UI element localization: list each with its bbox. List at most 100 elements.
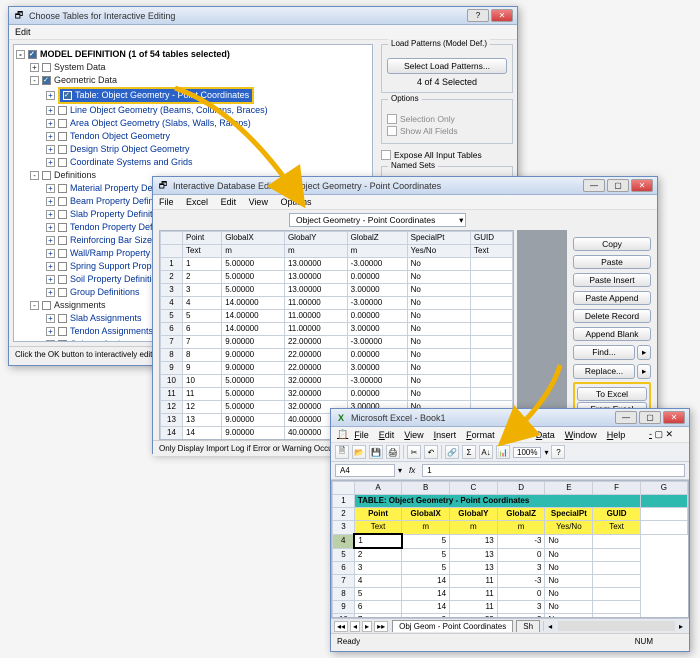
find-button[interactable]: Find... — [573, 345, 635, 360]
tree-item[interactable]: +Design Strip Object Geometry — [16, 143, 370, 156]
paste-insert-button[interactable]: Paste Insert — [573, 273, 651, 287]
paste-button[interactable]: Paste — [573, 255, 651, 269]
chk-show-all[interactable]: Show All Fields — [387, 126, 507, 136]
table-row[interactable]: 9614113No — [333, 601, 688, 614]
menu-view[interactable]: View — [249, 197, 268, 207]
menu-help[interactable]: Help — [607, 430, 626, 440]
doc-close-button[interactable]: - ▢ ✕ — [649, 429, 673, 440]
tab-nav-last[interactable]: ▸▸ — [374, 621, 388, 632]
close-button[interactable]: ✕ — [663, 411, 685, 424]
save-icon[interactable]: 💾 — [369, 445, 383, 459]
hyperlink-icon[interactable]: 🔗 — [445, 445, 459, 459]
formula-input[interactable]: 1 — [422, 464, 685, 477]
table-row[interactable]: 525130No — [333, 548, 688, 562]
tree-system-data[interactable]: System Data — [54, 62, 106, 72]
sort-asc-icon[interactable]: A↓ — [479, 445, 493, 459]
menu-edit[interactable]: Edit — [15, 27, 31, 37]
tab-nav-first[interactable]: ◂◂ — [334, 621, 348, 632]
name-box[interactable]: A4 — [335, 464, 395, 477]
app-icon: 🗗 — [13, 10, 25, 22]
tree-item[interactable]: +Tendon Object Geometry — [16, 130, 370, 143]
tree-selected-item[interactable]: +Table: Object Geometry - Point Coordina… — [16, 87, 370, 104]
status-bar: Ready NUM — [331, 633, 689, 649]
tree-geometric-data[interactable]: Geometric Data — [54, 75, 117, 85]
tree-definitions[interactable]: Definitions — [54, 170, 96, 180]
menu-tools[interactable]: Tools — [505, 430, 526, 440]
undo-icon[interactable]: ↶ — [424, 445, 438, 459]
close-button[interactable]: ✕ — [631, 179, 653, 192]
minimize-button[interactable]: — — [615, 411, 637, 424]
tab-nav-prev[interactable]: ◂ — [350, 621, 360, 632]
menu-insert[interactable]: Insert — [434, 430, 457, 440]
zoom-select[interactable]: 100% — [513, 447, 541, 458]
to-excel-button[interactable]: To Excel — [577, 387, 647, 401]
paste-append-button[interactable]: Paste Append — [573, 291, 651, 305]
help-button[interactable]: ? — [467, 9, 489, 22]
titlebar[interactable]: X Microsoft Excel - Book1 — ▢ ✕ — [331, 409, 689, 427]
sheet-tab-2[interactable]: Sh — [516, 620, 540, 632]
table-select-dropdown[interactable]: Object Geometry - Point Coordinates▾ — [289, 213, 466, 227]
select-load-patterns-button[interactable]: Select Load Patterns... — [387, 58, 507, 74]
table-row[interactable]: 11115.0000032.000000.00000No — [161, 388, 513, 401]
minimize-button[interactable]: — — [583, 179, 605, 192]
open-icon[interactable]: 📂 — [352, 445, 366, 459]
menu-window[interactable]: Window — [565, 430, 597, 440]
copy-button[interactable]: Copy — [573, 237, 651, 251]
replace-next-button[interactable]: ▸ — [637, 364, 651, 379]
delete-record-button[interactable]: Delete Record — [573, 309, 651, 323]
fx-icon[interactable]: fx — [409, 466, 415, 475]
close-button[interactable]: ✕ — [491, 9, 513, 22]
table-row: 3TextmmmYes/NoText — [333, 521, 688, 535]
table-row[interactable]: 115.0000013.00000-3.00000No — [161, 258, 513, 271]
table-row[interactable]: 8514110No — [333, 588, 688, 601]
menu-file[interactable]: File — [354, 430, 369, 440]
menu-options[interactable]: Options — [280, 197, 311, 207]
table-row[interactable]: 4414.0000011.00000-3.00000No — [161, 297, 513, 310]
tree-item[interactable]: +Coordinate Systems and Grids — [16, 156, 370, 169]
table-row[interactable]: 5514.0000011.000000.00000No — [161, 310, 513, 323]
window-title: Choose Tables for Interactive Editing — [29, 11, 467, 21]
sheet-tab-active[interactable]: Obj Geom - Point Coordinates — [392, 620, 513, 632]
menu-view[interactable]: View — [404, 430, 423, 440]
autosum-icon[interactable]: Σ — [462, 445, 476, 459]
append-blank-button[interactable]: Append Blank — [573, 327, 651, 341]
find-next-button[interactable]: ▸ — [637, 345, 651, 360]
spreadsheet-grid[interactable]: ABCDEFG1TABLE: Object Geometry - Point C… — [331, 480, 689, 618]
tree-item[interactable]: +Line Object Geometry (Beams, Columns, B… — [16, 104, 370, 117]
new-icon[interactable]: 🗎 — [335, 445, 349, 459]
table-row: 1TABLE: Object Geometry - Point Coordina… — [333, 495, 688, 508]
table-row[interactable]: 335.0000013.000003.00000No — [161, 284, 513, 297]
cut-icon[interactable]: ✂ — [407, 445, 421, 459]
table-row[interactable]: 779.0000022.00000-3.00000No — [161, 336, 513, 349]
print-icon[interactable]: 🖨 — [386, 445, 400, 459]
menu-edit[interactable]: Edit — [379, 430, 395, 440]
chk-selection-only[interactable]: Selection Only — [387, 114, 507, 124]
menu-excel[interactable]: Excel — [186, 197, 208, 207]
window-title: Interactive Database Editing - Object Ge… — [173, 181, 583, 191]
table-row[interactable]: 741411-3No — [333, 575, 688, 588]
menu-file[interactable]: File — [159, 197, 174, 207]
table-row[interactable]: 41513-3No — [333, 534, 688, 548]
tree-assignments[interactable]: Assignments — [54, 300, 106, 310]
maximize-button[interactable]: ▢ — [607, 179, 629, 192]
maximize-button[interactable]: ▢ — [639, 411, 661, 424]
table-row[interactable]: 635133No — [333, 562, 688, 575]
menu-edit[interactable]: Edit — [221, 197, 237, 207]
table-row[interactable]: 225.0000013.000000.00000No — [161, 271, 513, 284]
titlebar[interactable]: 🗗 Interactive Database Editing - Object … — [153, 177, 657, 195]
help-icon[interactable]: ? — [551, 445, 565, 459]
tree-root: -MODEL DEFINITION (1 of 54 tables select… — [16, 48, 370, 61]
table-row[interactable]: 889.0000022.000000.00000No — [161, 349, 513, 362]
tree-item[interactable]: +Area Object Geometry (Slabs, Walls, Ram… — [16, 117, 370, 130]
tab-nav-next[interactable]: ▸ — [362, 621, 372, 632]
menu-format[interactable]: Format — [466, 430, 495, 440]
chart-icon[interactable]: 📊 — [496, 445, 510, 459]
replace-button[interactable]: Replace... — [573, 364, 635, 379]
chk-expose-all[interactable]: Expose All Input Tables — [381, 150, 513, 160]
menu-data[interactable]: Data — [536, 430, 555, 440]
table-row[interactable]: 10105.0000032.00000-3.00000No — [161, 375, 513, 388]
table-row[interactable]: 999.0000022.000003.00000No — [161, 362, 513, 375]
table-row[interactable]: 6614.0000011.000003.00000No — [161, 323, 513, 336]
menubar: File Excel Edit View Options — [153, 195, 657, 210]
titlebar[interactable]: 🗗 Choose Tables for Interactive Editing … — [9, 7, 517, 25]
